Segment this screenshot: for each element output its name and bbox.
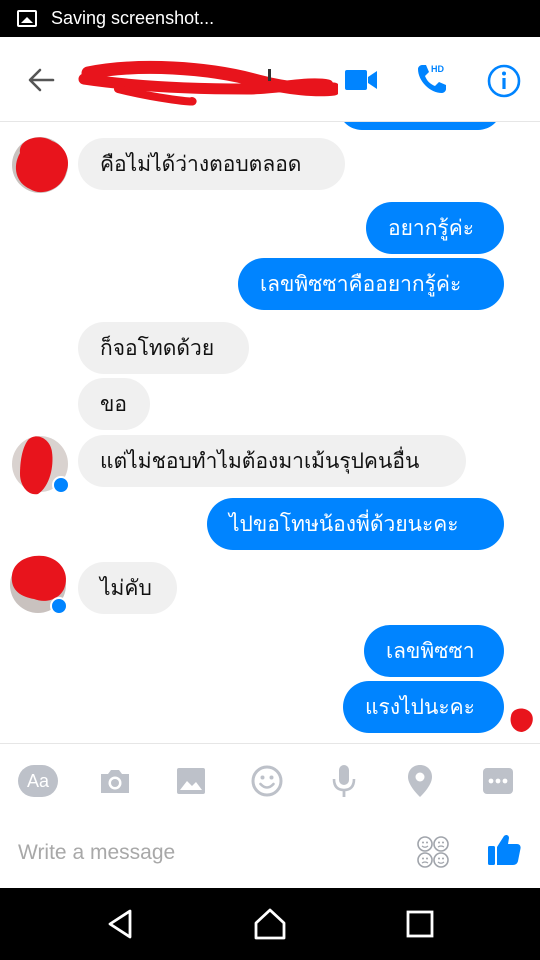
info-icon[interactable]	[486, 63, 522, 99]
video-call-icon[interactable]	[344, 65, 378, 95]
conversation-header: HD	[0, 37, 540, 122]
message-thread[interactable]: คือไม่ได้ว่างตอบตลอด อยากรู้ค่ะ เลขพิซซา…	[0, 122, 540, 743]
message-input-row	[0, 817, 540, 888]
nav-back-icon[interactable]	[102, 906, 138, 942]
location-pin-icon[interactable]	[402, 762, 438, 800]
outgoing-message[interactable]: แรงไปนะคะ	[343, 681, 504, 733]
incoming-message[interactable]: ก็จอโทดด้วย	[78, 322, 249, 374]
incoming-message[interactable]: ไม่คับ	[78, 562, 177, 614]
avatar[interactable]	[12, 137, 69, 193]
more-icon[interactable]	[480, 762, 516, 800]
avatar[interactable]	[12, 436, 70, 495]
nav-home-icon[interactable]	[252, 906, 288, 942]
incoming-message[interactable]: คือไม่ได้ว่างตอบตลอด	[78, 138, 345, 190]
gallery-icon[interactable]	[172, 762, 210, 800]
status-text: Saving screenshot...	[51, 8, 215, 28]
thumbs-up-icon[interactable]	[486, 831, 522, 871]
messenger-badge-icon	[50, 597, 68, 615]
composer-toolbar: Aa	[0, 743, 540, 817]
android-nav-bar	[0, 888, 540, 960]
outgoing-message[interactable]: อยากรู้ค่ะ	[366, 202, 504, 254]
text-format-icon[interactable]: Aa	[18, 765, 58, 797]
incoming-message[interactable]: แต่ไม่ชอบทำไมต้องมาเม้นรุปคนอื่น	[78, 435, 466, 487]
screenshot-image-icon	[17, 10, 37, 27]
hd-badge: HD	[431, 64, 444, 74]
incoming-message[interactable]: ขอ	[78, 378, 150, 430]
hd-phone-icon[interactable]: HD	[414, 61, 450, 97]
back-arrow-icon[interactable]	[24, 63, 58, 97]
redacted-avatar	[15, 137, 69, 193]
outgoing-message[interactable]: เลขพิซซา	[364, 625, 504, 677]
nav-recents-icon[interactable]	[402, 906, 438, 942]
emoji-icon[interactable]	[248, 762, 286, 800]
status-bar: Saving screenshot...	[0, 0, 540, 37]
messenger-badge-icon	[52, 476, 70, 494]
camera-icon[interactable]	[96, 762, 134, 800]
redacted-contact-name	[78, 60, 338, 106]
microphone-icon[interactable]	[326, 762, 362, 800]
sticker-grid-icon[interactable]	[416, 835, 450, 869]
outgoing-message[interactable]: ไปขอโทษน้องพี่ด้วยนะคะ	[207, 498, 504, 550]
outgoing-message[interactable]: เลขพิซซาคืออยากรู้ค่ะ	[238, 258, 504, 310]
partial-message-bubble	[338, 122, 502, 130]
message-input[interactable]	[18, 839, 398, 867]
seen-avatar-icon	[510, 708, 533, 732]
avatar[interactable]	[10, 555, 68, 615]
